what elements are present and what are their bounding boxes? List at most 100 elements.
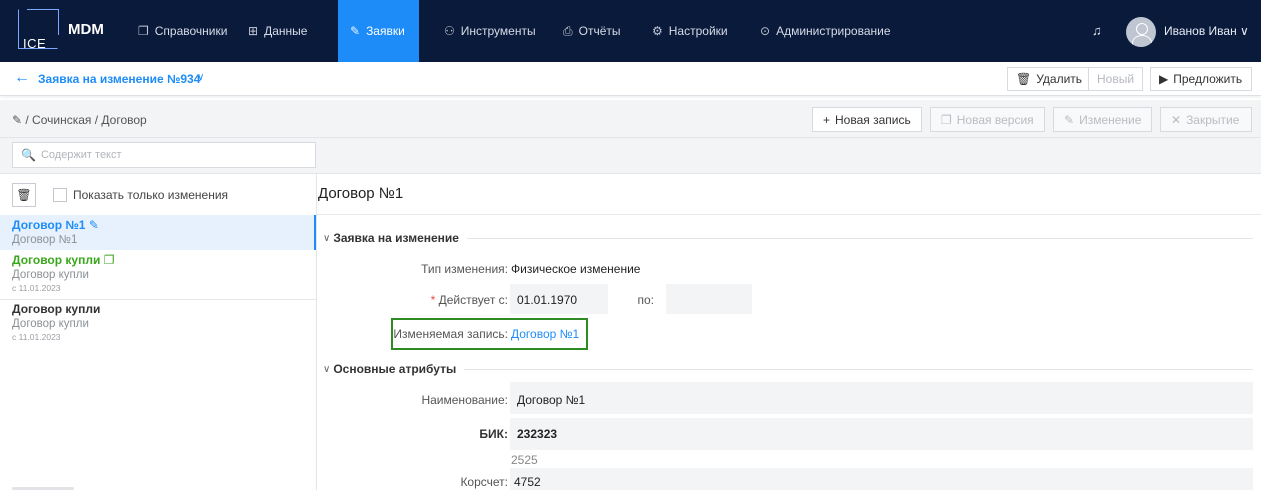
tree-item-date: с 11.01.2023 bbox=[12, 332, 61, 342]
korr-label: Корсчет: bbox=[460, 475, 508, 489]
chevron-down-icon[interactable]: ∨ bbox=[197, 72, 204, 83]
nav-item-label: Инструменты bbox=[460, 24, 536, 38]
tree-item[interactable]: Договор купли Договор купли с 11.01.2023 bbox=[0, 301, 316, 347]
new-record-button[interactable]: + Новая запись bbox=[812, 107, 922, 132]
nav-item-reports[interactable]: ⎙ Отчёты bbox=[551, 0, 633, 62]
divider bbox=[317, 214, 1261, 215]
korr-value: 4752 bbox=[514, 475, 541, 489]
gear-icon: ⚙ bbox=[652, 24, 663, 38]
play-icon: ▶ bbox=[1159, 72, 1169, 86]
pencil-icon: ✎ bbox=[1064, 112, 1075, 127]
new-label: Новый bbox=[1097, 72, 1135, 86]
new-version-button[interactable]: ❐ Новая версия bbox=[930, 107, 1045, 132]
section-title: Заявка на изменение bbox=[333, 231, 459, 245]
search-input[interactable] bbox=[40, 149, 311, 161]
section-title: Основные атрибуты bbox=[333, 362, 457, 376]
logo-frame bbox=[27, 9, 59, 35]
trash-icon: 🗑 bbox=[16, 188, 32, 202]
nav-item-label: Отчёты bbox=[578, 24, 621, 38]
section-line bbox=[466, 237, 1253, 239]
close-button[interactable]: ✕ Закрытие bbox=[1160, 107, 1252, 132]
nav-item-data[interactable]: ⊞ Данные bbox=[236, 0, 319, 62]
changed-record-label: Изменяемая запись: bbox=[393, 327, 508, 341]
propose-button[interactable]: ▶ Предложить bbox=[1150, 67, 1252, 91]
users-icon: ⚇ bbox=[444, 24, 455, 38]
top-navigation: ICE MDM ❐ Справочники ⊞ Данные ✎ Заявки … bbox=[0, 0, 1261, 62]
bik-field[interactable] bbox=[510, 418, 1253, 450]
trash-button[interactable]: 🗑 bbox=[12, 183, 36, 207]
change-type-label: Тип изменения: bbox=[421, 262, 508, 276]
change-button[interactable]: ✎ Изменение bbox=[1053, 107, 1153, 132]
close-icon: ✕ bbox=[1171, 112, 1182, 127]
breadcrumb-bar: ✎ / Сочинская / Договор + Новая запись ❐… bbox=[0, 100, 1261, 138]
tree-item[interactable]: Договор купли ❐ Договор купли с 11.01.20… bbox=[0, 252, 316, 298]
new-version-label: Новая версия bbox=[956, 112, 1034, 127]
tree-item-subtitle: Договор №1 bbox=[12, 234, 78, 246]
nav-item-directories[interactable]: ❐ Справочники bbox=[126, 0, 239, 62]
user-menu[interactable]: Иванов Иван ∨ bbox=[1164, 24, 1249, 38]
edit-icon: ✎ bbox=[350, 24, 361, 38]
bik-label: БИК: bbox=[479, 427, 508, 441]
show-changes-label[interactable]: Показать только изменения bbox=[73, 188, 228, 202]
valid-to-label: по: bbox=[637, 293, 654, 307]
tree-item-title: Договор купли bbox=[12, 302, 101, 316]
nav-item-label: Заявки bbox=[366, 24, 405, 38]
pencil-icon: ✎ bbox=[88, 218, 99, 232]
tree-item-title: Договор №1 bbox=[12, 218, 86, 232]
copy-icon: ❐ bbox=[103, 253, 115, 267]
back-arrow-icon[interactable]: ← bbox=[14, 69, 30, 87]
nav-item-settings[interactable]: ⚙ Настройки bbox=[640, 0, 740, 62]
tree-item-subtitle: Договор купли bbox=[12, 269, 89, 281]
breadcrumb[interactable]: ✎ / Сочинская / Договор bbox=[12, 113, 147, 127]
nav-item-requests[interactable]: ✎ Заявки bbox=[338, 0, 419, 62]
nav-item-tools[interactable]: ⚇ Инструменты bbox=[432, 0, 548, 62]
tree-item-subtitle: Договор купли bbox=[12, 318, 89, 330]
nav-item-label: Справочники bbox=[154, 24, 228, 38]
changed-record-link[interactable]: Договор №1 bbox=[511, 327, 579, 341]
valid-to-field[interactable] bbox=[666, 284, 752, 314]
record-title: Договор №1 bbox=[318, 185, 404, 202]
change-type-value: Физическое изменение bbox=[511, 262, 641, 276]
nav-item-label: Данные bbox=[264, 24, 308, 38]
record-tree-panel: 🗑 Показать только изменения Договор №1 ✎… bbox=[0, 174, 317, 490]
bik-value: 232323 bbox=[517, 427, 558, 441]
search-row: 🔍 bbox=[0, 138, 1261, 174]
chevron-down-icon: ∨ bbox=[323, 363, 331, 375]
request-title[interactable]: Заявка на изменение №934 bbox=[38, 72, 200, 86]
bell-icon[interactable]: ♫ bbox=[1092, 23, 1102, 38]
trash-icon: 🗑 bbox=[1016, 72, 1032, 86]
app-brand[interactable]: MDM bbox=[68, 21, 104, 38]
printer-icon: ⎙ bbox=[563, 23, 573, 38]
section-line bbox=[464, 368, 1253, 370]
request-bar: ← Заявка на изменение №934 ∨ 🗑 Удалить Н… bbox=[0, 62, 1261, 96]
korr-field[interactable] bbox=[510, 468, 1253, 490]
new-request-button[interactable]: Новый bbox=[1088, 67, 1144, 91]
nav-item-label: Администрирование bbox=[776, 24, 891, 38]
delete-request-button[interactable]: 🗑 Удалить bbox=[1007, 67, 1092, 91]
tree-item-date: с 11.01.2023 bbox=[12, 283, 61, 293]
valid-from-value: 01.01.1970 bbox=[517, 293, 578, 307]
chevron-down-icon: ∨ bbox=[323, 232, 331, 244]
nav-item-administration[interactable]: ⊙ Администрирование bbox=[748, 0, 903, 62]
bookmark-icon: ❐ bbox=[138, 24, 149, 38]
search-icon: 🔍 bbox=[21, 148, 36, 162]
section-request-header[interactable]: ∨ Заявка на изменение bbox=[323, 231, 1253, 245]
logo[interactable]: ICE bbox=[18, 9, 59, 51]
tree-item[interactable]: Договор №1 ✎ Договор №1 bbox=[0, 215, 316, 250]
plus-icon: + bbox=[823, 112, 831, 127]
nav-item-label: Настройки bbox=[668, 24, 728, 38]
name-label: Наименование: bbox=[421, 393, 508, 407]
logo-text: ICE bbox=[23, 36, 47, 51]
bik-secondary-value: 2525 bbox=[511, 453, 538, 467]
search-box[interactable]: 🔍 bbox=[12, 142, 316, 168]
name-field[interactable] bbox=[510, 382, 1253, 414]
shield-icon: ⊙ bbox=[760, 24, 771, 38]
show-changes-checkbox[interactable] bbox=[53, 188, 67, 202]
section-main-header[interactable]: ∨ Основные атрибуты bbox=[323, 362, 1253, 376]
avatar[interactable] bbox=[1126, 17, 1156, 47]
delete-label: Удалить bbox=[1036, 72, 1083, 86]
tree-item-title: Договор купли bbox=[12, 253, 101, 267]
valid-from-label: * Действует с: bbox=[430, 293, 508, 307]
name-value: Договор №1 bbox=[517, 393, 586, 407]
change-label: Изменение bbox=[1079, 112, 1142, 127]
